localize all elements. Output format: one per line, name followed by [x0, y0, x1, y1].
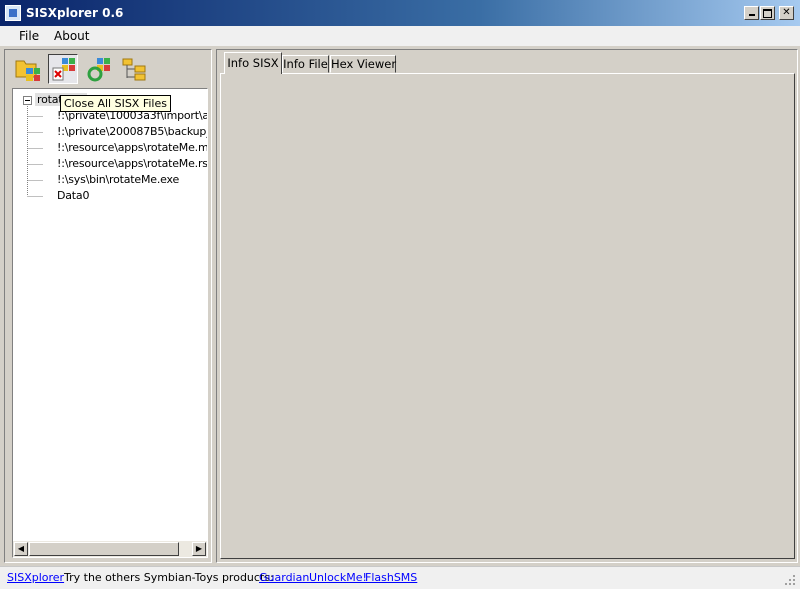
tab-info-sisx[interactable]: Info SISX	[224, 52, 282, 74]
tab-content	[220, 73, 795, 559]
minimize-icon	[748, 14, 755, 16]
close-icon: ✕	[782, 7, 791, 18]
recycle-package-icon	[87, 58, 110, 82]
menu-file[interactable]: File	[19, 29, 39, 43]
horizontal-scrollbar[interactable]: ◀ ▶	[13, 541, 207, 557]
flashsms-link[interactable]: FlashSMS	[365, 571, 417, 584]
scroll-right-button[interactable]: ▶	[192, 542, 206, 556]
guardian-link[interactable]: Guardian	[259, 571, 309, 584]
close-package-icon	[52, 58, 75, 81]
extract-button[interactable]	[84, 54, 114, 84]
tab-info-file[interactable]: Info File	[282, 55, 329, 73]
open-sisx-button[interactable]	[13, 54, 43, 84]
maximize-button[interactable]	[760, 6, 775, 20]
arrow-left-icon: ◀	[17, 544, 25, 553]
close-all-sisx-button[interactable]	[48, 54, 78, 84]
scroll-left-button[interactable]: ◀	[14, 542, 28, 556]
sisxplorer-link[interactable]: SISXplorer	[7, 571, 64, 584]
minus-icon	[25, 100, 30, 101]
window-title: SISXplorer 0.6	[26, 6, 124, 20]
arrow-right-icon: ▶	[195, 544, 203, 553]
close-button[interactable]: ✕	[779, 6, 794, 20]
tree-view-button[interactable]	[120, 54, 150, 84]
splitter[interactable]	[212, 49, 216, 563]
resize-grip-icon[interactable]	[783, 573, 797, 587]
tab-hex-viewer[interactable]: Hex Viewer	[330, 55, 396, 73]
collapse-toggle[interactable]	[23, 96, 32, 105]
menu-bar	[0, 26, 800, 46]
tooltip: Close All SISX Files	[60, 95, 171, 112]
minimize-button[interactable]	[744, 6, 759, 20]
folder-tree-icon	[122, 58, 146, 81]
status-text: Try the others Symbian-Toys products:	[64, 571, 274, 584]
tree-item[interactable]: !:\sys\bin\rotateMe.exe	[57, 173, 179, 186]
app-icon[interactable]	[5, 5, 21, 21]
scroll-thumb[interactable]	[29, 542, 179, 556]
tree-item[interactable]: !:\private\200087B5\backup_re	[57, 125, 207, 138]
menu-about[interactable]: About	[54, 29, 89, 43]
tree-item[interactable]: !:\resource\apps\rotateMe.rsc	[57, 157, 207, 170]
unlockme-link[interactable]: UnlockMe!	[309, 571, 367, 584]
tree-item[interactable]: Data0	[57, 189, 89, 202]
maximize-icon	[763, 9, 772, 18]
tree-item[interactable]: !:\resource\apps\rotateMe.mif	[57, 141, 207, 154]
file-tree[interactable]: rotateMe !:\private\10003a3f\import\app …	[12, 88, 208, 558]
open-folder-icon	[15, 60, 40, 81]
